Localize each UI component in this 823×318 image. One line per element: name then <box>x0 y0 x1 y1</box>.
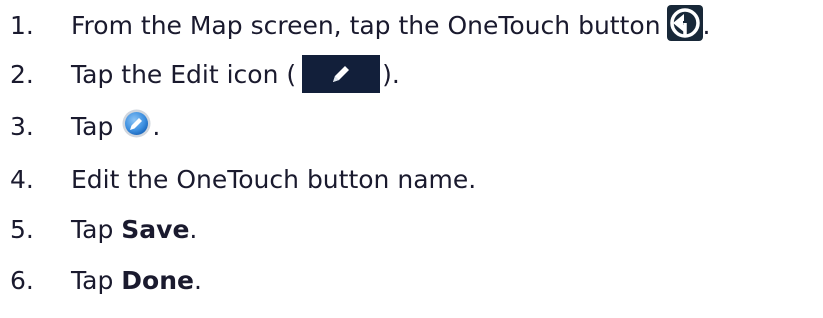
step-4-label: Edit the OneTouch button name. <box>71 164 477 194</box>
step-5-period: . <box>189 214 198 244</box>
step-text: Tap Save . <box>71 217 197 242</box>
step-2-close: ). <box>382 59 400 89</box>
step-3-period: . <box>152 111 161 141</box>
step-text: From the Map screen, tap the OneTouch bu… <box>71 5 711 43</box>
step-text: Tap the Edit icon ( ). <box>71 55 400 93</box>
step-number: 2. <box>10 59 34 89</box>
step-1: 1. From the Map screen, tap the OneTouch… <box>0 3 823 47</box>
step-5: 5. Tap Save . <box>0 207 823 251</box>
step-6-period: . <box>193 265 202 295</box>
circle-edit-icon <box>121 108 152 139</box>
step-1-period: . <box>702 10 711 40</box>
step-number: 1. <box>10 10 34 40</box>
step-6-label: Tap <box>71 265 122 295</box>
step-3-label: Tap <box>71 111 114 141</box>
edit-pencil-icon <box>302 55 381 93</box>
step-5-label: Tap <box>71 214 122 244</box>
step-number: 6. <box>10 265 34 295</box>
step-6: 6. Tap Done . <box>0 258 823 302</box>
step-number: 3. <box>10 111 34 141</box>
save-keyword: Save <box>121 214 190 244</box>
step-number: 4. <box>10 164 34 194</box>
step-text: Tap . <box>71 108 161 142</box>
step-4: 4. Edit the OneTouch button name. <box>0 157 823 201</box>
step-number: 5. <box>10 214 34 244</box>
done-keyword: Done <box>121 265 194 295</box>
step-2: 2. Tap the Edit icon ( ). <box>0 52 823 96</box>
step-1-label: From the Map screen, tap the OneTouch bu… <box>71 10 661 40</box>
step-text: Tap Done . <box>71 268 202 293</box>
step-text: Edit the OneTouch button name. <box>71 167 476 192</box>
onetouch-icon <box>666 5 703 41</box>
step-2-label: Tap the Edit icon ( <box>71 59 297 89</box>
step-3: 3. Tap . <box>0 104 823 148</box>
